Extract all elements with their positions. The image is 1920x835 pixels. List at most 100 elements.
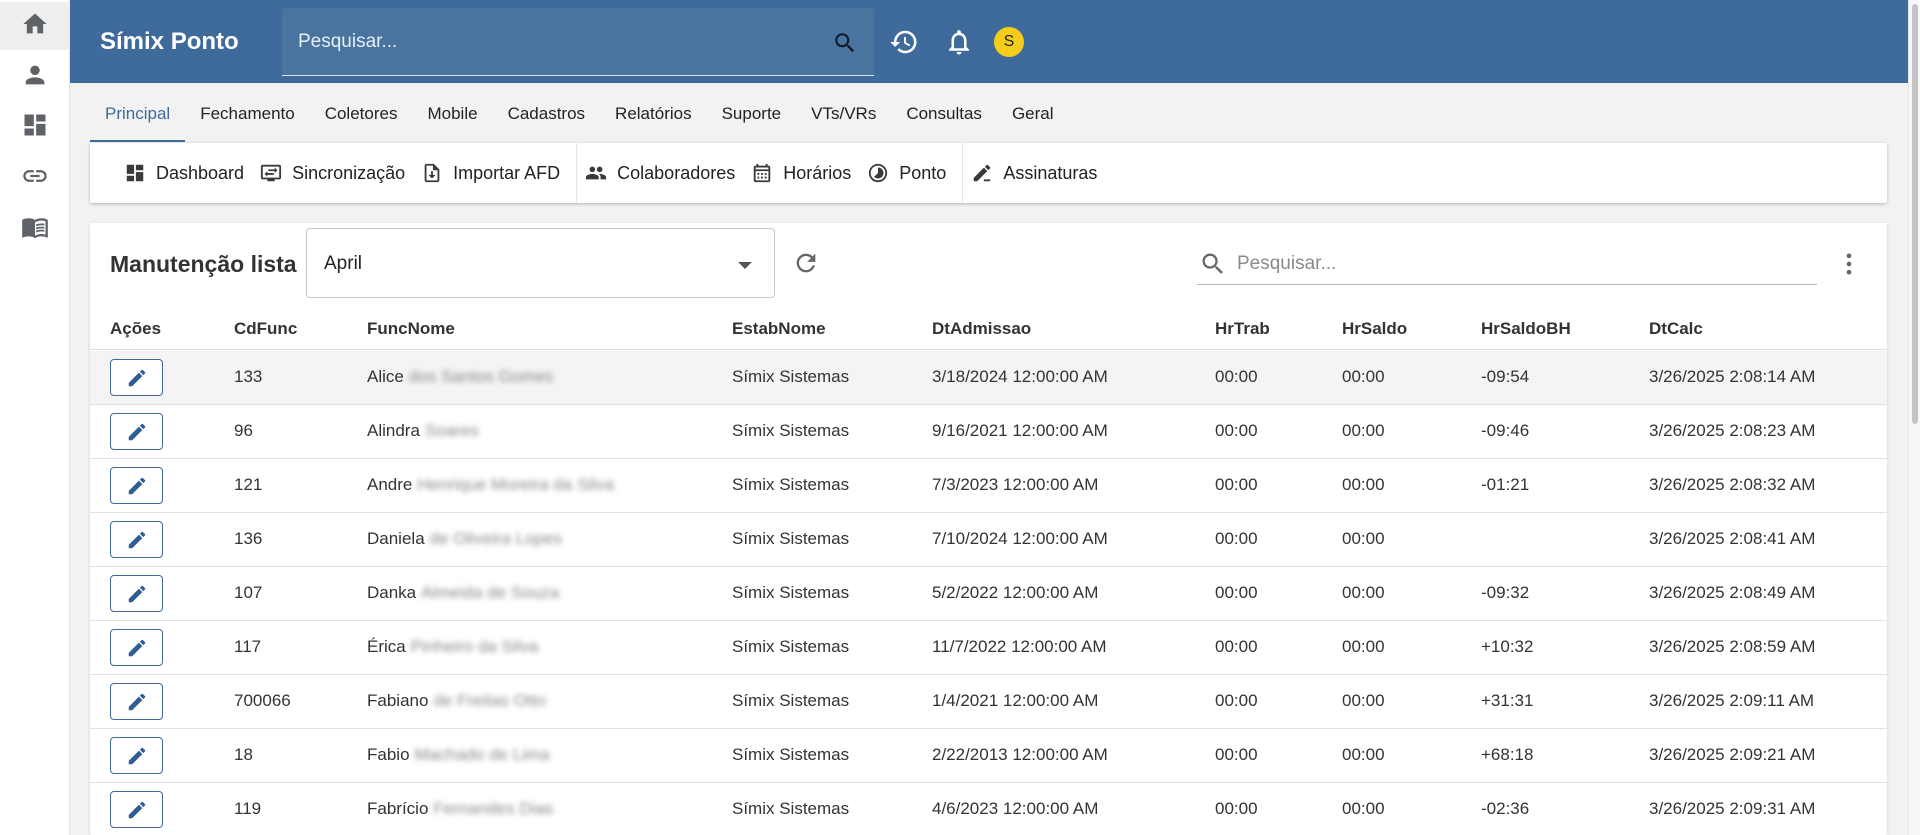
app-title[interactable]: Símix Ponto (100, 28, 239, 56)
month-select[interactable]: April (306, 228, 775, 298)
col-acoes-header[interactable]: Ações (110, 319, 161, 339)
cell-cdfunc: 119 (234, 799, 262, 818)
employee-surname-redacted: Machado de Lima (414, 745, 550, 764)
refresh-icon[interactable] (792, 249, 820, 277)
submenu-item-sincronizacao[interactable]: Sincronização (260, 143, 415, 203)
submenu-item-assinaturas[interactable]: Assinaturas (971, 143, 1107, 203)
cell-cdfunc: 121 (234, 475, 263, 494)
submenu-item-label: Ponto (899, 162, 947, 183)
employee-surname-redacted: Almeida de Souza (421, 583, 560, 602)
cell-dtadmissao: 3/18/2024 12:00:00 AM (932, 367, 1108, 386)
table-row[interactable]: 700066 Fabiano de Freitas Otto Símix Sistem… (90, 675, 1887, 729)
edit-button[interactable] (110, 413, 163, 450)
cell-hrsaldobh: -01:21 (1481, 475, 1530, 494)
col-hrtrab-header[interactable]: HrTrab (1215, 319, 1270, 339)
tab-cadastros[interactable]: Cadastros (493, 96, 600, 142)
avatar[interactable]: S (994, 27, 1024, 57)
cell-hrsaldo: 00:00 (1342, 583, 1385, 602)
table-row[interactable]: 121 Andre Henrique Moreira da Silva Símix S… (90, 459, 1887, 513)
tab-coletores[interactable]: Coletores (310, 96, 413, 142)
edit-button[interactable] (110, 575, 163, 612)
rail-profile[interactable] (0, 53, 70, 101)
rail-home[interactable] (0, 2, 70, 50)
top-search-input[interactable] (298, 28, 818, 56)
col-dtcalc-header[interactable]: DtCalc (1649, 319, 1703, 339)
submenu-item-dashboard[interactable]: Dashboard (124, 143, 254, 203)
search-icon[interactable] (832, 30, 858, 56)
submenu-item-importar-afd[interactable]: Importar AFD (421, 143, 570, 203)
cell-dtcalc: 3/26/2025 2:08:49 AM (1649, 583, 1816, 602)
submenu-item-horarios[interactable]: Horários (751, 143, 861, 203)
rail-links[interactable] (0, 154, 70, 202)
cell-cdfunc: 117 (234, 637, 262, 656)
cell-hrsaldobh: +10:32 (1481, 637, 1534, 656)
col-hrsaldobh-header[interactable]: HrSaldoBH (1481, 319, 1571, 339)
table-row[interactable]: 133 Alice dos Santos Gomes Símix Sistemas 3/… (90, 351, 1887, 405)
signature-icon (971, 162, 1003, 184)
table-row[interactable]: 96 Alindra Soares Símix Sistemas 9/16/2021 1… (90, 405, 1887, 459)
col-funcnome-header[interactable]: FuncNome (367, 319, 455, 339)
notifications-icon[interactable] (943, 26, 975, 58)
submenu-item-label: Colaboradores (617, 162, 736, 183)
table-row[interactable]: 136 Daniela de Oliveira Lopes Símix Sistema… (90, 513, 1887, 567)
history-icon[interactable] (888, 26, 920, 58)
sync-screen-icon (260, 162, 292, 184)
table-row[interactable]: 107 Danka Almeida de Souza Símix Sistemas 5/… (90, 567, 1887, 621)
cell-dtadmissao: 1/4/2021 12:00:00 AM (932, 691, 1099, 710)
tab-geral[interactable]: Geral (997, 96, 1069, 142)
edit-button[interactable] (110, 791, 163, 828)
tab-suporte[interactable]: Suporte (707, 96, 797, 142)
person-icon (21, 61, 49, 94)
cell-estabnome: Símix Sistemas (732, 799, 850, 818)
edit-button[interactable] (110, 359, 163, 396)
cell-dtcalc: 3/26/2025 2:08:14 AM (1649, 367, 1816, 386)
cell-hrsaldobh: +31:31 (1481, 691, 1534, 710)
pencil-icon (126, 745, 148, 767)
cell-hrsaldobh: +68:18 (1481, 745, 1534, 764)
col-cdfunc-header[interactable]: CdFunc (234, 319, 297, 339)
rail-dashboard[interactable] (0, 103, 70, 151)
col-dtadmissao-header[interactable]: DtAdmissao (932, 319, 1031, 339)
edit-button[interactable] (110, 467, 163, 504)
tab-vts-vrs[interactable]: VTs/VRs (796, 96, 891, 142)
scrollbar-thumb[interactable] (1912, 4, 1918, 424)
table-search-input[interactable] (1237, 251, 1797, 277)
edit-button[interactable] (110, 683, 163, 720)
cell-hrtrab: 00:00 (1215, 475, 1258, 494)
edit-button[interactable] (110, 629, 163, 666)
table-row[interactable]: 18 Fabio Machado de Lima Símix Sistemas 2/22… (90, 729, 1887, 783)
chevron-down-icon (738, 262, 752, 269)
tab-relat-rios[interactable]: Relatórios (600, 96, 707, 142)
employee-first-name: Alindra (367, 421, 420, 440)
col-hrsaldo-header[interactable]: HrSaldo (1342, 319, 1407, 339)
left-nav-rail (0, 0, 70, 835)
pencil-icon (126, 475, 148, 497)
cell-dtcalc: 3/26/2025 2:09:21 AM (1649, 745, 1816, 764)
table-row[interactable]: 117 Érica Pinheiro da Silva Símix Sistemas 1… (90, 621, 1887, 675)
table-header: Ações CdFunc FuncNome EstabNome DtAdmissao Hr… (90, 308, 1887, 350)
submenu-item-colaboradores[interactable]: Colaboradores (585, 143, 745, 203)
tab-principal[interactable]: Principal (90, 96, 186, 142)
timelapse-icon (867, 162, 899, 184)
submenu-item-ponto[interactable]: Ponto (867, 143, 956, 203)
more-options-icon[interactable] (1839, 250, 1859, 278)
edit-button[interactable] (110, 737, 163, 774)
tab-fechamento[interactable]: Fechamento (185, 96, 310, 142)
tab-mobile[interactable]: Mobile (412, 96, 492, 142)
page-scrollbar[interactable] (1908, 0, 1920, 835)
cell-funcnome: Andre Henrique Moreira da Silva (367, 475, 614, 495)
cell-hrtrab: 00:00 (1215, 691, 1258, 710)
col-estabnome-header[interactable]: EstabNome (732, 319, 826, 339)
tab-consultas[interactable]: Consultas (891, 96, 997, 142)
table-row[interactable]: 119 Fabrício Fernandes Dias Símix Sistemas 4… (90, 783, 1887, 835)
pencil-icon (126, 799, 148, 821)
cell-estabnome: Símix Sistemas (732, 475, 850, 494)
edit-button[interactable] (110, 521, 163, 558)
cell-hrtrab: 00:00 (1215, 367, 1258, 386)
cell-dtcalc: 3/26/2025 2:09:11 AM (1649, 691, 1815, 710)
cell-dtcalc: 3/26/2025 2:09:31 AM (1649, 799, 1816, 818)
cell-dtadmissao: 2/22/2013 12:00:00 AM (932, 745, 1108, 764)
pencil-icon (126, 691, 148, 713)
rail-manual[interactable] (0, 205, 70, 253)
cell-hrsaldobh: -09:46 (1481, 421, 1530, 440)
